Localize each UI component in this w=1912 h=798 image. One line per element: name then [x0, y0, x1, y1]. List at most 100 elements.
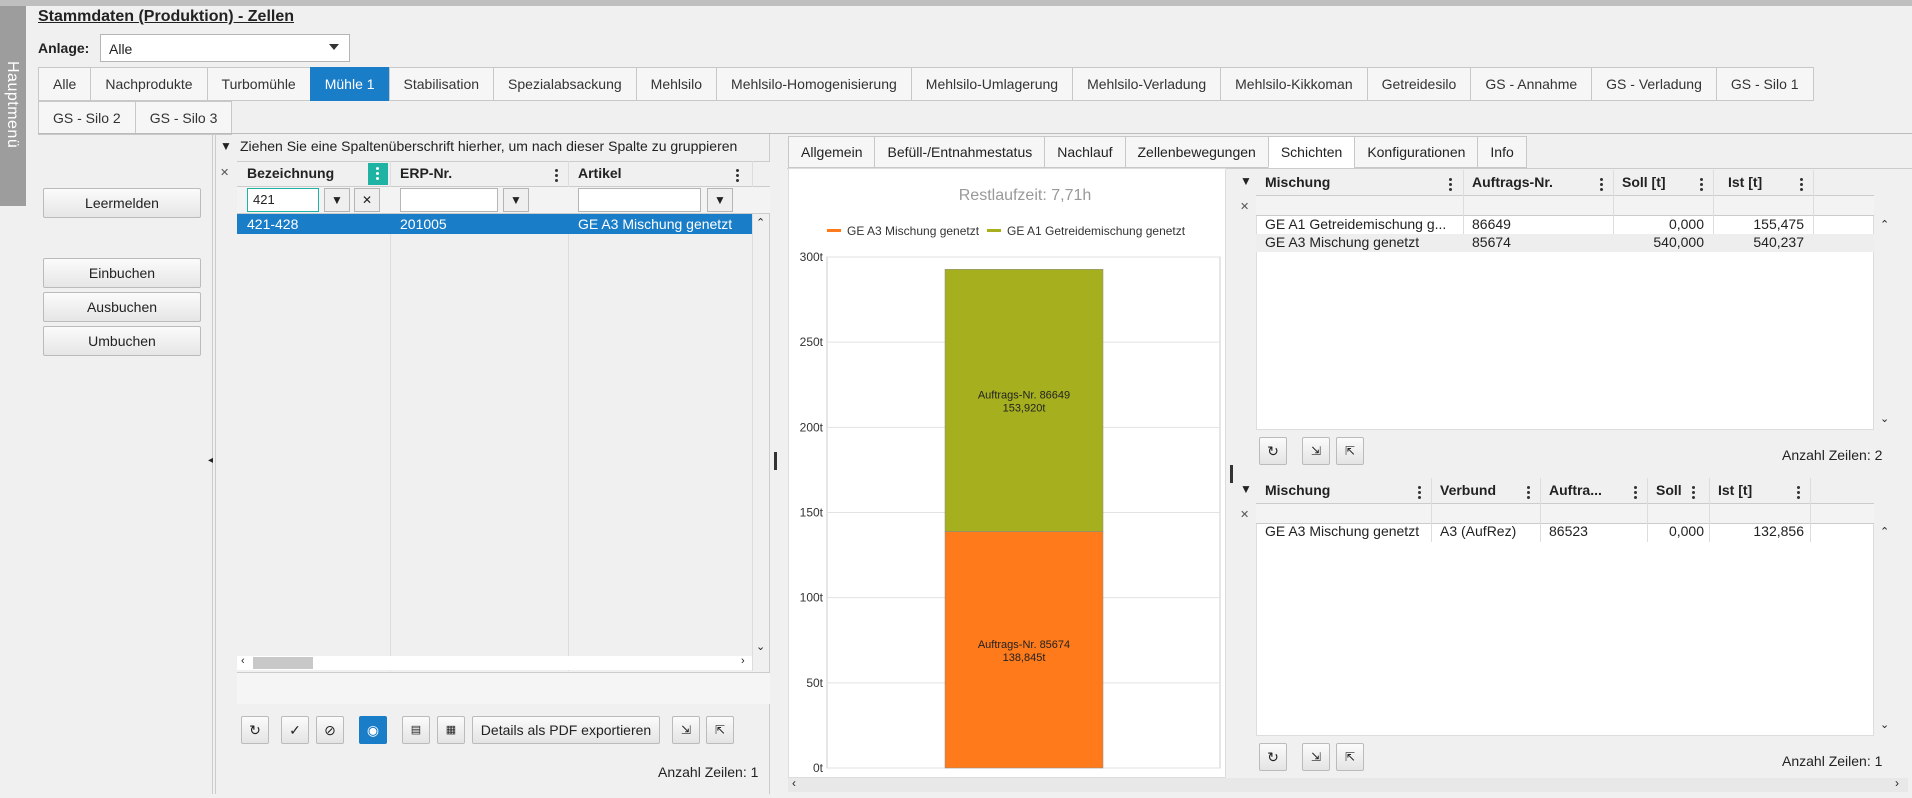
tab-mehlsilo-verladung[interactable]: Mehlsilo-Verladung	[1072, 67, 1222, 101]
table-cell[interactable]: GE A3 Mischung genetzt	[1265, 523, 1430, 539]
splitter-handle[interactable]	[774, 452, 777, 470]
export-pdf-button[interactable]: Details als PDF exportieren	[472, 716, 660, 744]
legend-label[interactable]: GE A1 Getreidemischung genetzt	[1007, 224, 1186, 238]
splitter-handle[interactable]	[1230, 465, 1233, 483]
col-erp[interactable]: ERP-Nr.	[400, 165, 452, 181]
refresh-icon[interactable]: ↻	[1259, 437, 1287, 465]
column-menu-icon[interactable]	[1797, 486, 1801, 500]
scroll-down-icon[interactable]: ⌄	[1880, 718, 1889, 731]
collapse-left-icon[interactable]: ◂	[208, 455, 213, 466]
scrollbar-thumb[interactable]	[253, 657, 313, 669]
column-menu-icon[interactable]	[1634, 486, 1638, 500]
subtab-schichten[interactable]: Schichten	[1267, 136, 1356, 168]
table-cell[interactable]: A3 (AufRez)	[1440, 523, 1516, 539]
scroll-left-icon[interactable]: ‹	[792, 776, 796, 790]
umbuchen-button[interactable]: Umbuchen	[43, 326, 201, 356]
column-menu-icon[interactable]	[1800, 178, 1804, 192]
table-cell[interactable]: 86649	[1472, 216, 1511, 232]
col-auftrag[interactable]: Auftrags-Nr.	[1472, 174, 1553, 190]
tab-mehlsilo[interactable]: Mehlsilo	[635, 67, 718, 101]
col-ist[interactable]: Ist [t]	[1718, 482, 1752, 498]
tab-getreidesilo[interactable]: Getreidesilo	[1366, 67, 1472, 101]
eye-icon[interactable]: ◉	[359, 716, 387, 744]
tab-mehlsilo-homogenisierung[interactable]: Mehlsilo-Homogenisierung	[716, 67, 912, 101]
subtab-nachlauf[interactable]: Nachlauf	[1044, 136, 1126, 168]
col-mischung[interactable]: Mischung	[1265, 482, 1330, 498]
table-cell[interactable]: 85674	[1472, 234, 1511, 250]
open-external-icon[interactable]: ⇱	[1336, 437, 1364, 465]
col-soll[interactable]: Soll	[1656, 482, 1682, 498]
filter-bezeichnung-input[interactable]: 421	[247, 188, 319, 212]
close-icon[interactable]: ✕	[354, 188, 380, 212]
column-menu-icon[interactable]	[555, 169, 559, 183]
column-menu-icon[interactable]	[1700, 178, 1704, 192]
column-menu-icon[interactable]	[1692, 486, 1696, 500]
subtab-allgemein[interactable]: Allgemein	[788, 136, 876, 168]
tab-gs-verladung[interactable]: GS - Verladung	[1591, 67, 1717, 101]
tab-gs-annahme[interactable]: GS - Annahme	[1470, 67, 1593, 101]
tab-nachprodukte[interactable]: Nachprodukte	[90, 67, 208, 101]
table-cell[interactable]: 0,000	[1650, 523, 1704, 539]
tab-stabilisation[interactable]: Stabilisation	[388, 67, 495, 101]
excel-icon[interactable]: ▦	[437, 716, 465, 744]
leermelden-button[interactable]: Leermelden	[43, 188, 201, 218]
filter-icon[interactable]: ▼	[220, 139, 232, 153]
scroll-right-icon[interactable]: ›	[1895, 776, 1899, 790]
table-cell[interactable]: 540,237	[1740, 234, 1804, 250]
filter-icon[interactable]: ▼	[707, 188, 733, 212]
refresh-icon[interactable]: ↻	[241, 716, 269, 744]
table-cell[interactable]: GE A3 Mischung genetzt	[1265, 234, 1460, 250]
einbuchen-button[interactable]: Einbuchen	[43, 258, 201, 288]
open-external-icon[interactable]: ⇱	[706, 716, 734, 744]
filter-icon[interactable]: ▼	[324, 188, 350, 212]
main-menu-toggle[interactable]: Hauptmenü	[0, 6, 26, 206]
cancel-icon[interactable]: ⊘	[316, 716, 344, 744]
col-bezeichnung[interactable]: Bezeichnung	[247, 165, 334, 181]
table-cell[interactable]: 0,000	[1640, 216, 1704, 232]
table-cell[interactable]: 86523	[1549, 523, 1588, 539]
table-cell[interactable]: 132,856	[1740, 523, 1804, 539]
filter-erp-input[interactable]	[400, 188, 498, 212]
subtab-zellenbewegungen[interactable]: Zellenbewegungen	[1124, 136, 1269, 168]
filter-artikel-input[interactable]	[578, 188, 701, 212]
column-menu-icon[interactable]	[1449, 178, 1453, 192]
tab-mühle-1[interactable]: Mühle 1	[309, 67, 390, 101]
subtab-info[interactable]: Info	[1477, 136, 1527, 168]
column-menu-icon[interactable]	[1418, 486, 1422, 500]
col-soll[interactable]: Soll [t]	[1622, 174, 1666, 190]
clear-filter-icon[interactable]: ✕	[220, 166, 229, 179]
scroll-up-icon[interactable]: ⌃	[1880, 525, 1889, 538]
col-auftrag[interactable]: Auftra...	[1549, 482, 1602, 498]
tab-gs-silo-3[interactable]: GS - Silo 3	[134, 101, 233, 135]
tab-gs-silo-1[interactable]: GS - Silo 1	[1715, 67, 1814, 101]
scroll-right-icon[interactable]: ›	[741, 655, 745, 667]
tab-spezialabsackung[interactable]: Spezialabsackung	[493, 67, 637, 101]
ausbuchen-button[interactable]: Ausbuchen	[43, 292, 201, 322]
check-icon[interactable]: ✓	[281, 716, 309, 744]
tab-alle[interactable]: Alle	[38, 67, 92, 101]
column-menu-icon[interactable]	[1527, 486, 1531, 500]
tab-mehlsilo-umlagerung[interactable]: Mehlsilo-Umlagerung	[910, 67, 1074, 101]
col-mischung[interactable]: Mischung	[1265, 174, 1330, 190]
column-menu-active[interactable]	[368, 163, 388, 185]
table-cell[interactable]: GE A1 Getreidemischung g...	[1265, 216, 1460, 232]
popout-icon[interactable]: ⇲	[1302, 743, 1330, 771]
filter-icon[interactable]: ▼	[1240, 174, 1252, 188]
scroll-down-icon[interactable]: ⌄	[1880, 412, 1889, 425]
horizontal-scrollbar[interactable]	[788, 778, 1908, 792]
scroll-down-icon[interactable]: ⌄	[756, 640, 765, 653]
col-verbund[interactable]: Verbund	[1440, 482, 1496, 498]
col-artikel[interactable]: Artikel	[578, 165, 622, 181]
col-ist[interactable]: Ist [t]	[1728, 174, 1762, 190]
table-cell[interactable]: 540,000	[1640, 234, 1704, 250]
scroll-left-icon[interactable]: ‹	[241, 655, 245, 667]
tab-turbomühle[interactable]: Turbomühle	[206, 67, 311, 101]
popout-icon[interactable]: ⇲	[672, 716, 700, 744]
scroll-up-icon[interactable]: ⌃	[1880, 218, 1889, 231]
pdf-icon[interactable]: ▤	[402, 716, 430, 744]
open-external-icon[interactable]: ⇱	[1336, 743, 1364, 771]
anlage-dropdown[interactable]: Alle	[100, 34, 350, 62]
clear-filter-icon[interactable]: ✕	[1240, 508, 1249, 521]
table-cell[interactable]: 155,475	[1740, 216, 1804, 232]
filter-icon[interactable]: ▼	[503, 188, 529, 212]
